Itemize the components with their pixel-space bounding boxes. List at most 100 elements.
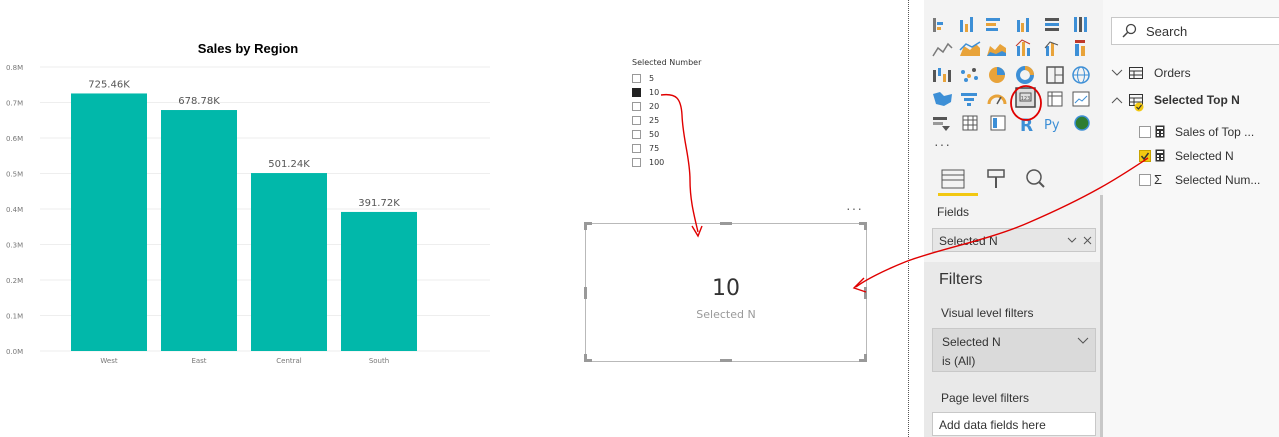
resize-handle-tr[interactable] <box>864 222 867 230</box>
y-tick-label: 0.6M <box>6 135 23 143</box>
field-checkbox[interactable] <box>1139 126 1151 138</box>
kpi-icon[interactable] <box>1072 91 1090 107</box>
filter-card-selected-n[interactable]: Selected N is (All) <box>932 328 1096 372</box>
svg-text:Py: Py <box>1044 118 1060 133</box>
chevron-down-icon[interactable] <box>1077 337 1089 344</box>
bar[interactable] <box>341 211 417 351</box>
calculator-icon <box>1155 125 1165 138</box>
table-icon <box>1129 94 1144 112</box>
slicer-title: Selected Number <box>632 58 702 67</box>
resize-handle-br[interactable] <box>864 354 867 362</box>
card-visual-icon[interactable]: 123 <box>1015 87 1036 108</box>
gauge-chart-icon[interactable] <box>987 94 1007 105</box>
resize-handle-ml[interactable] <box>584 287 587 299</box>
data-label: 725.46K <box>88 79 130 90</box>
100-stacked-bar-chart-icon[interactable] <box>1045 18 1059 31</box>
clustered-bar-chart-icon[interactable] <box>986 18 1000 31</box>
field-checkbox-checked[interactable] <box>1139 150 1151 162</box>
waterfall-chart-icon[interactable] <box>933 68 951 82</box>
format-paint-roller-icon[interactable] <box>987 169 1005 188</box>
globe-visual-icon[interactable] <box>1074 115 1090 131</box>
slicer-checkbox[interactable] <box>632 157 641 167</box>
card-more-options-icon[interactable]: ··· <box>846 200 863 216</box>
y-tick-label: 0.3M <box>6 242 23 250</box>
slicer-icon[interactable] <box>933 117 950 131</box>
slicer-item[interactable]: 25 <box>632 113 722 127</box>
slicer-checkbox[interactable] <box>632 115 641 125</box>
selected-n-card[interactable]: 10 Selected N <box>585 223 867 362</box>
slicer-item[interactable]: 10 <box>632 85 722 99</box>
fields-pane: Search Orders Selected Top N Sales of To… <box>1103 0 1279 437</box>
bar[interactable] <box>161 110 237 351</box>
field-name: Selected N <box>1175 149 1234 163</box>
slicer-checkbox-checked[interactable] <box>632 87 641 97</box>
resize-handle-bm[interactable] <box>720 359 732 362</box>
stacked-area-chart-icon[interactable] <box>987 44 1006 56</box>
area-chart-icon[interactable] <box>959 41 981 56</box>
clustered-column-chart-icon[interactable] <box>1017 18 1029 32</box>
data-label: 678.78K <box>178 96 220 107</box>
y-tick-label: 0.2M <box>6 277 23 285</box>
data-label: 501.24K <box>268 159 310 170</box>
resize-handle-bl[interactable] <box>584 354 587 362</box>
resize-handle-tl[interactable] <box>584 222 587 230</box>
field-checkbox[interactable] <box>1139 174 1151 186</box>
table-visual-icon[interactable] <box>1047 91 1063 107</box>
slicer-item[interactable]: 50 <box>632 127 722 141</box>
field-well-selected-n[interactable]: Selected N <box>932 228 1096 252</box>
resize-handle-tm[interactable] <box>720 222 732 225</box>
selected-number-slicer: Selected Number 5 10 20 25 50 75 100 <box>632 58 722 169</box>
stacked-bar-chart-icon[interactable] <box>933 18 943 32</box>
fields-tab-icon[interactable] <box>938 169 978 196</box>
visual-level-filters-label: Visual level filters <box>941 306 1034 320</box>
table-name: Selected Top N <box>1154 93 1240 107</box>
search-input[interactable]: Search <box>1111 17 1279 45</box>
slicer-checkbox[interactable] <box>632 101 641 111</box>
line-and-clustered-column-chart-icon[interactable] <box>1044 41 1059 56</box>
field-name: Sales of Top ... <box>1175 125 1255 139</box>
matrix-icon[interactable] <box>962 115 978 131</box>
analytics-magnifier-icon[interactable] <box>1026 169 1045 188</box>
card-value: 10 <box>712 276 740 301</box>
slicer-checkbox[interactable] <box>632 73 641 83</box>
filled-map-icon[interactable] <box>933 92 952 106</box>
donut-chart-icon[interactable] <box>1016 66 1034 84</box>
pie-chart-icon[interactable] <box>989 67 1005 83</box>
line-chart-icon[interactable] <box>932 42 953 57</box>
ribbon-chart-icon[interactable] <box>1075 40 1085 56</box>
100-stacked-column-chart-icon[interactable] <box>1074 17 1087 32</box>
line-and-stacked-column-chart-icon[interactable] <box>1015 39 1031 56</box>
funnel-chart-icon[interactable] <box>961 93 977 106</box>
slicer-item[interactable]: 100 <box>632 155 722 169</box>
more-visuals-icon[interactable]: ··· <box>934 136 951 152</box>
slicer-item[interactable]: 5 <box>632 71 722 85</box>
y-tick-label: 0.0M <box>6 348 23 356</box>
chart-title: Sales by Region <box>198 41 298 56</box>
bar[interactable] <box>251 173 327 351</box>
slicer-checkbox[interactable] <box>632 143 641 153</box>
y-tick-label: 0.1M <box>6 313 23 321</box>
map-icon[interactable] <box>1072 66 1090 84</box>
y-tick-label: 0.8M <box>6 64 23 72</box>
add-data-fields-dropzone[interactable]: Add data fields here <box>932 412 1096 436</box>
stacked-column-chart-icon[interactable] <box>960 17 973 32</box>
field-well-controls <box>1067 236 1092 245</box>
y-tick-label: 0.5M <box>6 171 23 179</box>
field-well-label: Selected N <box>939 234 998 248</box>
chevron-down-icon[interactable] <box>1067 237 1077 243</box>
slicer-checkbox[interactable] <box>632 129 641 139</box>
treemap-icon[interactable] <box>1046 66 1064 84</box>
scatter-chart-icon[interactable] <box>961 68 978 82</box>
slicer-item-label: 50 <box>649 129 660 139</box>
python-visual-icon[interactable]: Py <box>1044 118 1060 133</box>
bar[interactable] <box>71 93 147 351</box>
slicer-item[interactable]: 75 <box>632 141 722 155</box>
slicer-item[interactable]: 20 <box>632 99 722 113</box>
resize-handle-mr[interactable] <box>864 287 867 299</box>
filter-state: is (All) <box>942 354 976 368</box>
multi-row-card-icon[interactable] <box>990 115 1006 131</box>
chevron-right-icon <box>1111 69 1123 76</box>
search-placeholder: Search <box>1146 24 1188 39</box>
slicer-item-label: 20 <box>649 101 660 111</box>
sales-by-region-chart[interactable]: Sales by Region 0.0M 0.1M 0.2M 0.3M 0.4M 0.5M… <box>0 30 500 375</box>
